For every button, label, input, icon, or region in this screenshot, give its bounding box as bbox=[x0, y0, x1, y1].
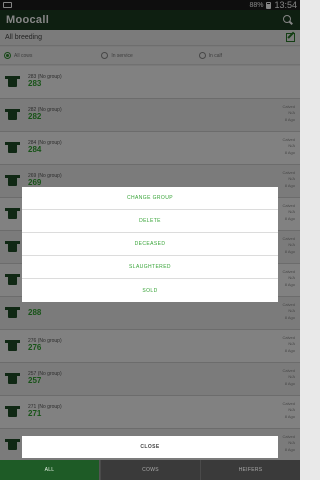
close-button[interactable]: CLOSE bbox=[22, 436, 278, 458]
sold-button[interactable]: SOLD bbox=[22, 279, 278, 302]
tab-heifers[interactable]: HEIFERS bbox=[200, 460, 300, 480]
action-sheet: CHANGE GROUP DELETE DECEASED SLAUGHTERED… bbox=[22, 187, 278, 302]
slaughtered-button[interactable]: SLAUGHTERED bbox=[22, 256, 278, 279]
delete-button[interactable]: DELETE bbox=[22, 210, 278, 233]
deceased-button[interactable]: DECEASED bbox=[22, 233, 278, 256]
tab-cows[interactable]: COWS bbox=[100, 460, 200, 480]
tab-all[interactable]: ALL bbox=[0, 460, 100, 480]
change-group-button[interactable]: CHANGE GROUP bbox=[22, 187, 278, 210]
bottom-tab-bar: ALL COWS HEIFERS bbox=[0, 460, 300, 480]
